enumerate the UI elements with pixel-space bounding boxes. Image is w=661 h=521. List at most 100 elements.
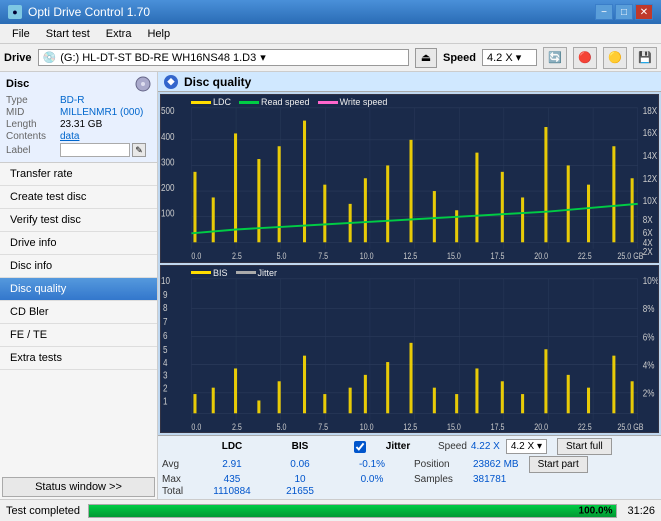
disc-mid-value: MILLENMR1 (000)	[60, 107, 143, 118]
menu-file[interactable]: File	[4, 27, 38, 41]
minimize-button[interactable]: −	[595, 4, 613, 20]
disc-label-row: Label ✎	[6, 143, 151, 157]
disc-type-value: BD-R	[60, 95, 84, 106]
main-layout: Disc Type BD-R MID MILLENMR1 (000) Lengt…	[0, 72, 661, 499]
speed-info-value: 4.22 X	[471, 441, 500, 452]
svg-text:22.5: 22.5	[578, 422, 592, 432]
svg-text:6%: 6%	[643, 331, 655, 342]
svg-text:2.5: 2.5	[232, 251, 242, 261]
speed-select[interactable]: 4.2 X ▾	[482, 49, 537, 66]
stats-avg-label: Avg	[162, 459, 194, 470]
legend-read-speed: Read speed	[239, 97, 310, 107]
sidebar-item-disc-info[interactable]: Disc info	[0, 255, 157, 278]
legend-write-speed: Write speed	[318, 97, 388, 107]
svg-text:9: 9	[163, 289, 168, 300]
disc-info-label: Disc info	[10, 260, 52, 272]
save-button[interactable]: 💾	[633, 47, 657, 69]
svg-text:2%: 2%	[643, 387, 655, 398]
start-full-button-wrapper: Start full	[557, 438, 612, 455]
sidebar-item-transfer-rate[interactable]: Transfer rate	[0, 163, 157, 186]
speed-dropdown-select[interactable]: 4.2 X ▾	[506, 439, 547, 454]
app-title: Opti Drive Control 1.70	[28, 5, 150, 19]
stats-avg-jitter: -0.1%	[332, 459, 412, 470]
stats-header-bis: BIS	[270, 441, 330, 452]
title-bar: ● Opti Drive Control 1.70 − □ ✕	[0, 0, 661, 24]
action-button-2[interactable]: 🟡	[603, 47, 627, 69]
svg-text:22.5: 22.5	[578, 251, 592, 261]
disc-quality-label: Disc quality	[10, 283, 66, 295]
stats-total-bis: 21655	[270, 486, 330, 497]
svg-text:6: 6	[163, 330, 168, 341]
sidebar-nav: Transfer rate Create test disc Verify te…	[0, 163, 157, 475]
svg-text:8X: 8X	[643, 214, 653, 225]
svg-text:10%: 10%	[643, 275, 658, 286]
svg-text:14X: 14X	[643, 150, 657, 161]
svg-text:10.0: 10.0	[360, 422, 374, 432]
samples-label: Samples	[414, 474, 469, 485]
disc-mid-row: MID MILLENMR1 (000)	[6, 107, 151, 118]
window-controls: − □ ✕	[595, 4, 653, 20]
drive-icon: 💿	[43, 51, 57, 64]
svg-text:10: 10	[161, 275, 170, 286]
title-bar-left: ● Opti Drive Control 1.70	[8, 5, 150, 19]
sidebar-item-create-test-disc[interactable]: Create test disc	[0, 186, 157, 209]
speed-info: Speed 4.22 X	[438, 441, 500, 452]
svg-text:200: 200	[161, 182, 175, 193]
samples-row: Samples 381781	[414, 474, 506, 485]
legend-write-speed-label: Write speed	[340, 97, 388, 107]
sidebar-item-fe-te[interactable]: FE / TE	[0, 324, 157, 347]
eject-button[interactable]: ⏏	[415, 48, 437, 68]
disc-length-row: Length 23.31 GB	[6, 119, 151, 130]
svg-text:300: 300	[161, 157, 175, 168]
close-button[interactable]: ✕	[635, 4, 653, 20]
sidebar-item-disc-quality[interactable]: Disc quality	[0, 278, 157, 301]
label-input[interactable]	[60, 143, 130, 157]
svg-text:12.5: 12.5	[403, 422, 417, 432]
position-value: 23862 MB	[473, 459, 519, 470]
svg-text:0.0: 0.0	[191, 251, 201, 261]
svg-text:400: 400	[161, 131, 175, 142]
drive-select[interactable]: 💿 (G:) HL-DT-ST BD-RE WH16NS48 1.D3 ▾	[38, 49, 409, 66]
start-full-button[interactable]: Start full	[557, 438, 612, 455]
disc-image-icon	[135, 76, 151, 92]
jitter-checkbox[interactable]	[354, 441, 366, 453]
refresh-button[interactable]: 🔄	[543, 47, 567, 69]
drive-info-label: Drive info	[10, 237, 56, 249]
svg-text:18X: 18X	[643, 105, 657, 116]
stats-total-ldc: 1110884	[196, 486, 268, 497]
disc-section-label: Disc	[6, 78, 29, 90]
maximize-button[interactable]: □	[615, 4, 633, 20]
disc-mid-label: MID	[6, 107, 56, 118]
svg-text:5: 5	[163, 344, 168, 355]
svg-text:17.5: 17.5	[491, 251, 505, 261]
disc-length-value: 23.31 GB	[60, 119, 102, 130]
sidebar-item-drive-info[interactable]: Drive info	[0, 232, 157, 255]
lower-chart-svg: 10% 8% 6% 4% 2% 10 9 8 7 6 5 4 3 2 1	[161, 266, 658, 433]
sidebar-item-cd-bler[interactable]: CD Bler	[0, 301, 157, 324]
action-button-1[interactable]: 🔴	[573, 47, 597, 69]
sidebar-item-verify-test-disc[interactable]: Verify test disc	[0, 209, 157, 232]
stats-avg-bis: 0.06	[270, 459, 330, 470]
disc-info-panel: Disc Type BD-R MID MILLENMR1 (000) Lengt…	[0, 72, 157, 163]
legend-ldc: LDC	[191, 97, 231, 107]
svg-text:1: 1	[163, 395, 168, 406]
progress-bar-fill	[89, 505, 616, 517]
status-window-button[interactable]: Status window >>	[2, 477, 155, 497]
svg-text:0.0: 0.0	[191, 422, 201, 432]
menu-start-test[interactable]: Start test	[38, 27, 98, 41]
disc-contents-value[interactable]: data	[60, 131, 79, 142]
svg-text:7: 7	[163, 316, 168, 327]
svg-text:20.0: 20.0	[534, 422, 548, 432]
start-part-button[interactable]: Start part	[529, 456, 588, 473]
create-test-disc-label: Create test disc	[10, 191, 86, 203]
disc-contents-label: Contents	[6, 131, 56, 142]
speed-dropdown[interactable]: 4.2 X ▾	[506, 439, 547, 454]
menu-help[interactable]: Help	[139, 27, 178, 41]
sidebar-item-extra-tests[interactable]: Extra tests	[0, 347, 157, 370]
label-edit-button[interactable]: ✎	[132, 143, 146, 157]
stats-max-bis: 10	[270, 474, 330, 485]
stats-max-jitter: 0.0%	[332, 474, 412, 485]
chevron-down-icon: ▾	[260, 51, 266, 64]
menu-extra[interactable]: Extra	[98, 27, 140, 41]
svg-text:5.0: 5.0	[277, 251, 287, 261]
